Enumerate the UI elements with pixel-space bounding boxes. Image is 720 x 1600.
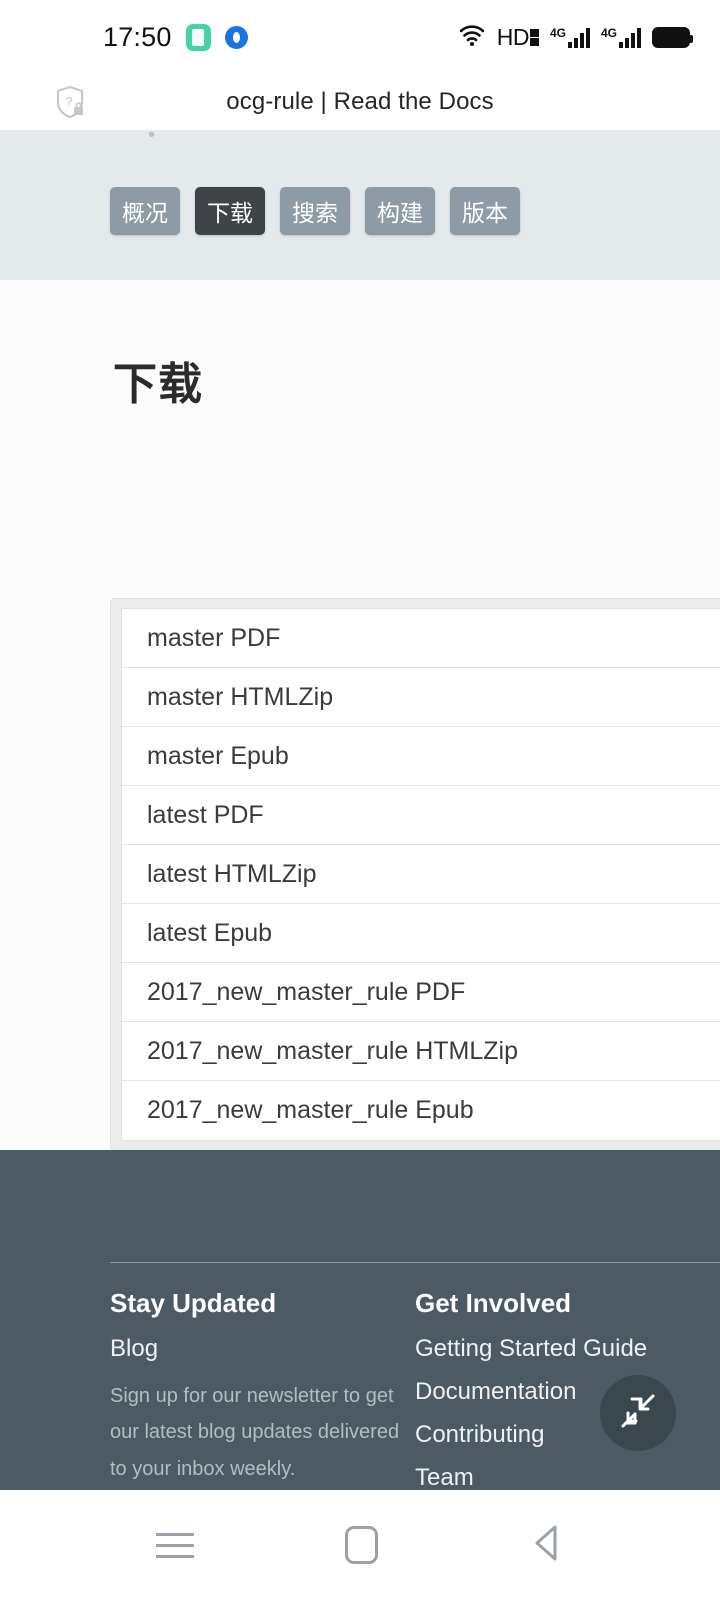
scrolled-content-sliver: • — [148, 130, 156, 146]
download-link: master HTMLZip — [147, 682, 334, 711]
list-item[interactable]: master Epub — [122, 727, 720, 786]
footer-column-get-involved: Get Involved Getting Started Guide Docum… — [415, 1288, 720, 1490]
tab-versions[interactable]: 版本 — [450, 187, 520, 235]
back-icon[interactable] — [529, 1523, 565, 1568]
list-item[interactable]: latest HTMLZip — [122, 845, 720, 904]
page-title: ocg-rule | Read the Docs — [226, 88, 494, 115]
tab-downloads-label: 下载 — [207, 200, 253, 226]
web-viewport[interactable]: • 概况 下载 搜索 构建 版本 下载 master PDF master HT… — [0, 130, 720, 1490]
project-tabs: 概况 下载 搜索 构建 版本 — [110, 187, 520, 235]
signal-4g-1-icon: 4G — [550, 26, 590, 48]
tab-search[interactable]: 搜索 — [280, 187, 350, 235]
tab-overview-label: 概况 — [122, 200, 168, 226]
phone-screen: 17:50 HD 4G 4G ? ocg-rule | Read the Doc… — [0, 0, 720, 1600]
list-item[interactable]: 2017_new_master_rule HTMLZip — [122, 1022, 720, 1081]
signal-4g-2-icon: 4G — [601, 26, 641, 48]
footer-heading: Stay Updated — [110, 1288, 277, 1318]
project-tab-strip: • 概况 下载 搜索 构建 版本 — [0, 130, 720, 280]
footer-heading: Get Involved — [415, 1288, 572, 1318]
footer-link-getting-started[interactable]: Getting Started Guide — [415, 1335, 720, 1363]
downloads-heading: 下载 — [113, 360, 203, 409]
menu-icon[interactable] — [155, 1532, 194, 1558]
downloads-list: master PDF master HTMLZip master Epub la… — [121, 608, 720, 1141]
footer-link-blog[interactable]: Blog — [110, 1335, 415, 1363]
status-bar-left: 17:50 — [103, 22, 248, 53]
download-link: 2017_new_master_rule PDF — [147, 977, 466, 1006]
list-item[interactable]: latest PDF — [122, 786, 720, 845]
tab-search-label: 搜索 — [292, 200, 338, 226]
footer-divider — [110, 1262, 720, 1263]
list-item[interactable]: 2017_new_master_rule Epub — [122, 1081, 720, 1140]
list-item[interactable]: master PDF — [122, 609, 720, 668]
newsletter-description: Sign up for our newsletter to get our la… — [110, 1385, 400, 1480]
downloads-panel: master PDF master HTMLZip master Epub la… — [110, 598, 720, 1151]
footer-link-contributing[interactable]: Contributing — [415, 1421, 720, 1449]
list-item[interactable]: master HTMLZip — [122, 668, 720, 727]
android-nav-bar — [0, 1490, 720, 1600]
status-bar-right: HD 4G 4G — [458, 23, 693, 52]
download-link: latest PDF — [147, 800, 264, 829]
shrink-fab-button[interactable] — [600, 1375, 676, 1451]
tab-downloads[interactable]: 下载 — [195, 187, 265, 235]
wifi-icon — [458, 23, 486, 52]
status-clock: 17:50 — [103, 21, 172, 52]
footer-link-team[interactable]: Team — [415, 1464, 720, 1490]
blue-dot-icon — [224, 25, 248, 49]
download-link: latest Epub — [147, 918, 273, 947]
status-bar: 17:50 HD 4G 4G — [0, 0, 720, 74]
hd-text: HD — [496, 23, 530, 50]
download-link: latest HTMLZip — [147, 859, 317, 888]
battery-icon — [652, 26, 693, 48]
download-link: 2017_new_master_rule Epub — [147, 1096, 474, 1124]
list-item[interactable]: 2017_new_master_rule PDF — [122, 963, 720, 1022]
download-link: master Epub — [147, 741, 289, 770]
home-icon[interactable] — [344, 1526, 378, 1564]
tab-builds[interactable]: 构建 — [365, 187, 435, 235]
tab-overview[interactable]: 概况 — [110, 187, 180, 235]
hd-volte-icon: HD — [497, 24, 539, 51]
download-link: 2017_new_master_rule HTMLZip — [147, 1036, 519, 1065]
download-link: master PDF — [147, 623, 281, 652]
list-item[interactable]: latest Epub — [122, 904, 720, 963]
green-app-icon — [185, 23, 211, 51]
footer-column-stay-updated: Stay Updated Blog Sign up for our newsle… — [110, 1288, 415, 1490]
browser-title-bar: ? ocg-rule | Read the Docs — [0, 74, 720, 130]
shrink-arrows-icon — [616, 1389, 660, 1438]
main-content: 下载 master PDF master HTMLZip master Epub… — [0, 280, 720, 1151]
tab-builds-label: 构建 — [377, 200, 423, 226]
tab-versions-label: 版本 — [462, 200, 508, 226]
